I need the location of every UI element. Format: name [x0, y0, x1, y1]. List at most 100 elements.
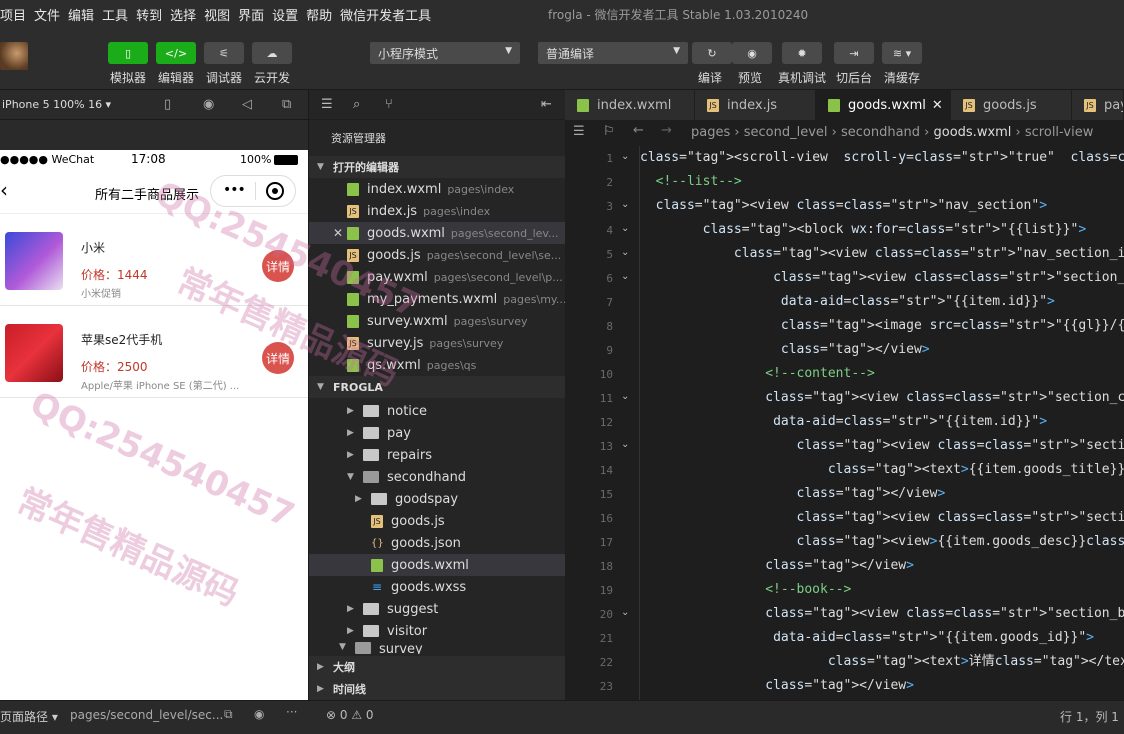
compile-select-value: 普通编译: [546, 47, 595, 61]
open-editor-item[interactable]: ✕ goods.wxml pages\second_lev...: [309, 222, 566, 244]
real-device-debug-button[interactable]: ✹: [782, 42, 822, 64]
code-area[interactable]: class="tag"><scroll-view scroll-y=class=…: [639, 146, 1124, 700]
tree-file[interactable]: JS goods.js: [309, 510, 566, 532]
menu-tools[interactable]: 工具: [98, 5, 132, 24]
cursor-position[interactable]: 行 1，列 1: [1060, 708, 1119, 725]
menu-edit[interactable]: 编辑: [64, 5, 98, 24]
timeline-header[interactable]: ▶ 时间线: [309, 678, 566, 700]
open-editor-item[interactable]: index.wxml pages\index: [309, 178, 566, 200]
goods-desc: Apple/苹果 iPhone SE (第二代) ...: [81, 381, 240, 392]
fold-chevron-icon[interactable]: ⌄: [621, 607, 629, 618]
fold-chevron-icon[interactable]: ⌄: [621, 223, 629, 234]
tab-goods-wxml[interactable]: goods.wxml ✕: [816, 90, 951, 120]
tree-folder[interactable]: ▶ goodspay: [309, 488, 566, 510]
list-icon[interactable]: ☰: [321, 97, 333, 112]
volume-icon[interactable]: ◁: [242, 97, 252, 112]
simulator-panel: iPhone 5 100% 16 ▾ ▯ ◉ ◁ ⧉ ●●●●● WeChat …: [0, 90, 308, 700]
editor-toggle-button[interactable]: </>: [156, 42, 196, 64]
tab-pay[interactable]: JSpay: [1072, 90, 1124, 120]
cloud-dev-button[interactable]: ☁: [252, 42, 292, 64]
source-control-icon[interactable]: ⑂: [385, 97, 393, 112]
open-editor-item[interactable]: survey.wxml pages\survey: [309, 310, 566, 332]
menu-file[interactable]: 文件: [30, 5, 64, 24]
tab-index-js[interactable]: JS index.js: [695, 90, 816, 120]
menu-project[interactable]: 项目: [0, 5, 30, 24]
copy-icon[interactable]: ⧉: [224, 707, 233, 722]
more-icon[interactable]: •••: [223, 182, 246, 198]
debugger-toggle-button[interactable]: ⚟: [204, 42, 244, 64]
list-icon[interactable]: ☰: [573, 124, 585, 139]
preview-button[interactable]: ◉: [732, 42, 772, 64]
tree-file[interactable]: goods.wxml: [309, 554, 566, 576]
menu-interface[interactable]: 界面: [234, 5, 268, 24]
device-select[interactable]: iPhone 5 100% 16 ▾: [2, 98, 111, 111]
close-icon[interactable]: ✕: [932, 98, 943, 113]
menu-help[interactable]: 帮助: [302, 5, 336, 24]
tab-index-wxml[interactable]: index.wxml: [565, 90, 695, 120]
fold-chevron-icon[interactable]: ⌄: [621, 439, 629, 450]
open-editor-item[interactable]: JS survey.js pages\survey: [309, 332, 566, 354]
menu-devtools[interactable]: 微信开发者工具: [336, 5, 435, 24]
clear-cache-button[interactable]: ≋ ▾: [882, 42, 922, 64]
chevron-down-icon: ▼: [339, 642, 346, 652]
tree-file[interactable]: ≡ goods.wxss: [309, 576, 566, 598]
tree-folder[interactable]: ▶ pay: [309, 422, 566, 444]
goods-item[interactable]: 小米 价格：1444 小米促销 详情: [0, 214, 308, 306]
phone-icon[interactable]: ▯: [164, 97, 171, 112]
tree-folder[interactable]: ▶ notice: [309, 400, 566, 422]
search-icon[interactable]: ⌕: [353, 97, 360, 112]
tree-folder[interactable]: ▼ survey: [309, 642, 566, 654]
folder-icon: [363, 449, 379, 461]
tree-folder[interactable]: ▶ suggest: [309, 598, 566, 620]
compile-select[interactable]: 普通编译 ▼: [538, 42, 688, 64]
code-line: class="tag"><view class=class="str">"sec…: [765, 390, 1124, 405]
menu-select[interactable]: 选择: [166, 5, 200, 24]
close-icon[interactable]: ✕: [333, 226, 347, 240]
project-header[interactable]: ▼ FROGLA: [309, 376, 566, 398]
fold-chevron-icon[interactable]: ⌄: [621, 151, 629, 162]
avatar[interactable]: [0, 42, 28, 70]
open-editors-header[interactable]: ▼ 打开的编辑器: [309, 156, 566, 178]
open-editor-item[interactable]: pay.wxml pages\second_level\p...: [309, 266, 566, 288]
detail-button[interactable]: 详情: [262, 250, 294, 282]
open-editor-item[interactable]: JS goods.js pages\second_level\se...: [309, 244, 566, 266]
tree-folder[interactable]: ▶ visitor: [309, 620, 566, 642]
open-editor-item[interactable]: qs.wxml pages\qs: [309, 354, 566, 376]
compile-button[interactable]: ↻: [692, 42, 732, 64]
menu-view[interactable]: 视图: [200, 5, 234, 24]
outline-header[interactable]: ▶ 大纲: [309, 656, 566, 678]
eye-icon[interactable]: ◉: [254, 707, 264, 721]
tree-file[interactable]: {} goods.json: [309, 532, 566, 554]
close-mini-program-icon[interactable]: [266, 182, 284, 200]
collapse-panel-icon[interactable]: ⇤: [541, 97, 552, 112]
wxml-file-icon: [347, 226, 359, 240]
forward-arrow-icon[interactable]: →: [661, 123, 672, 138]
detail-button[interactable]: 详情: [262, 342, 294, 374]
editor-tabs: index.wxml JS index.js goods.wxml ✕ JS good…: [565, 90, 1124, 120]
fold-chevron-icon[interactable]: ⌄: [621, 391, 629, 402]
record-icon[interactable]: ◉: [203, 97, 214, 112]
menu-settings[interactable]: 设置: [268, 5, 302, 24]
background-button[interactable]: ⇥: [834, 42, 874, 64]
fold-chevron-icon[interactable]: ⌄: [621, 199, 629, 210]
open-editor-item[interactable]: my_payments.wxml pages\my...: [309, 288, 566, 310]
mode-select[interactable]: 小程序模式 ▼: [370, 42, 520, 64]
window-icon[interactable]: ⧉: [282, 97, 291, 112]
page-path-label[interactable]: 页面路径 ▾: [0, 708, 58, 725]
bookmark-icon[interactable]: ⚐: [603, 124, 615, 139]
fold-chevron-icon[interactable]: ⌄: [621, 271, 629, 282]
line-number: 12: [599, 416, 613, 429]
back-icon[interactable]: ‹: [0, 178, 8, 202]
switch-icon: ⇥: [849, 46, 859, 60]
open-editor-item[interactable]: JS index.js pages\index: [309, 200, 566, 222]
tree-folder[interactable]: ▶ repairs: [309, 444, 566, 466]
tab-goods-js[interactable]: JS goods.js: [951, 90, 1072, 120]
menu-goto[interactable]: 转到: [132, 5, 166, 24]
fold-chevron-icon[interactable]: ⌄: [621, 247, 629, 258]
problems-counter[interactable]: ⊗ 0 ⚠ 0: [326, 708, 374, 722]
goods-item[interactable]: 苹果se2代手机 价格：2500 Apple/苹果 iPhone SE (第二代…: [0, 306, 308, 398]
simulator-toggle-button[interactable]: ▯: [108, 42, 148, 64]
back-arrow-icon[interactable]: ←: [633, 123, 644, 138]
more-icon[interactable]: ···: [286, 705, 297, 719]
tree-folder[interactable]: ▼ secondhand: [309, 466, 566, 488]
